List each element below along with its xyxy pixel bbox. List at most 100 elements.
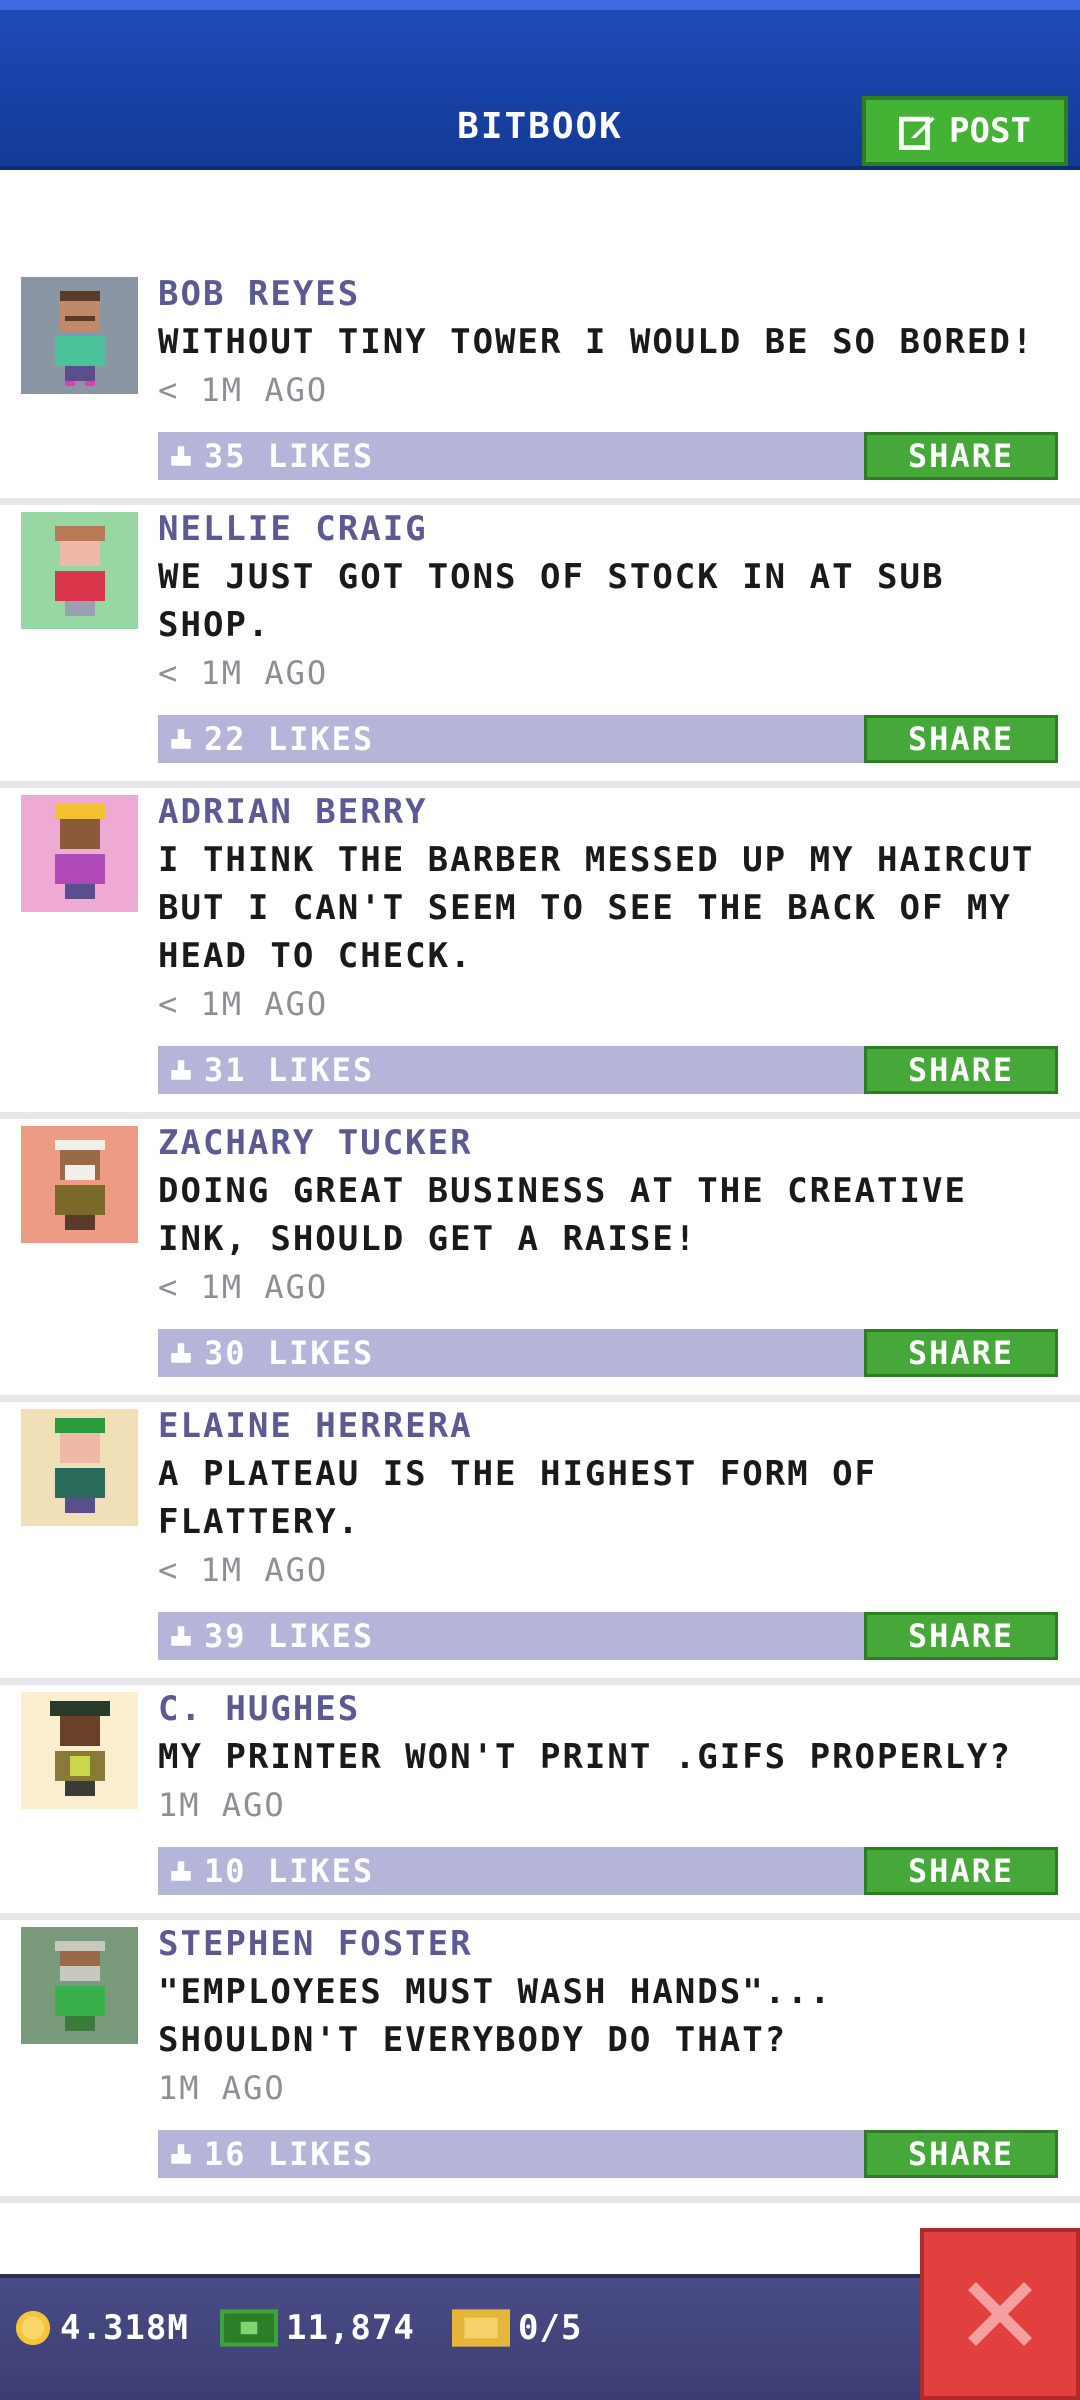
post-author[interactable]: BOB REYES — [158, 270, 1058, 318]
post-text-line: "EMPLOYEES MUST WASH HANDS"... — [158, 1972, 833, 2012]
post-author[interactable]: ZACHARY TUCKER — [158, 1119, 1058, 1167]
feed-post: ZACHARY TUCKER DOING GREAT BUSINESS AT T… — [0, 1119, 1080, 1402]
post-action-bar: 31 LIKES SHARE — [158, 1046, 1058, 1094]
avatar-person-icon — [54, 525, 105, 616]
thumbs-up-icon — [171, 729, 191, 749]
share-button[interactable]: SHARE — [864, 1612, 1058, 1660]
post-action-bar: 35 LIKES SHARE — [158, 432, 1058, 480]
coins-value: 4.318M — [60, 2308, 189, 2348]
feed-post: C. HUGHES MY PRINTER WON'T PRINT .GIFS P… — [0, 1685, 1080, 1920]
top-bar: BITBOOK POST — [0, 0, 1080, 170]
share-button[interactable]: SHARE — [864, 1329, 1058, 1377]
post-text-line: SHOP. — [158, 605, 271, 645]
post-text-line: HEAD TO CHECK. — [158, 936, 473, 976]
like-count-label: 10 LIKES — [204, 1852, 375, 1890]
compose-icon — [899, 116, 935, 150]
thumbs-up-icon — [171, 1060, 191, 1080]
thumbs-up-icon — [171, 446, 191, 466]
avatar[interactable] — [21, 277, 138, 394]
feed-post: ELAINE HERRERA A PLATEAU IS THE HIGHEST … — [0, 1402, 1080, 1685]
like-count[interactable]: 31 LIKES — [168, 1046, 374, 1094]
post-time: < 1M AGO — [158, 1268, 329, 1306]
thumbs-up-icon — [171, 2144, 191, 2164]
post-text-line: FLATTERY. — [158, 1502, 361, 1542]
coin-icon — [15, 2310, 51, 2346]
post-text-line: SHOULDN'T EVERYBODY DO THAT? — [158, 2020, 788, 2060]
post-button-label: POST — [949, 111, 1031, 151]
close-icon — [968, 2282, 1032, 2346]
thumbs-up-icon — [171, 1343, 191, 1363]
feed-post: NELLIE CRAIG WE JUST GOT TONS OF STOCK I… — [0, 505, 1080, 788]
currency-bar: 4.318M 11,874 0/5 — [0, 2274, 1080, 2400]
post-text-line: WE JUST GOT TONS OF STOCK IN AT SUB — [158, 557, 945, 597]
post-author[interactable]: ELAINE HERRERA — [158, 1402, 1058, 1450]
avatar-person-icon — [54, 1139, 105, 1230]
bux-stat: 11,874 — [220, 2308, 415, 2348]
post-text-line: WITHOUT TINY TOWER I WOULD BE SO BORED! — [158, 322, 1035, 362]
post-time: < 1M AGO — [158, 371, 329, 409]
coins-stat: 4.318M — [14, 2308, 189, 2348]
post-feed[interactable]: BOB REYES WITHOUT TINY TOWER I WOULD BE … — [0, 270, 1080, 2203]
post-text-line: MY PRINTER WON'T PRINT .GIFS PROPERLY? — [158, 1737, 1012, 1777]
avatar-person-icon — [54, 1940, 105, 2031]
feed-post: BOB REYES WITHOUT TINY TOWER I WOULD BE … — [0, 270, 1080, 505]
post-author[interactable]: C. HUGHES — [158, 1685, 1058, 1733]
post-author[interactable]: ADRIAN BERRY — [158, 788, 1058, 836]
post-time: 1M AGO — [158, 1786, 286, 1824]
like-count-label: 22 LIKES — [204, 720, 375, 758]
post-action-bar: 39 LIKES SHARE — [158, 1612, 1058, 1660]
post-text-line: BUT I CAN'T SEEM TO SEE THE BACK OF MY — [158, 888, 1012, 928]
feed-post: STEPHEN FOSTER "EMPLOYEES MUST WASH HAND… — [0, 1920, 1080, 2203]
avatar-person-icon — [54, 1417, 105, 1513]
post-action-bar: 22 LIKES SHARE — [158, 715, 1058, 763]
ticket-icon — [452, 2309, 510, 2347]
like-count[interactable]: 39 LIKES — [168, 1612, 374, 1660]
like-count-label: 16 LIKES — [204, 2135, 375, 2173]
post-text-line: DOING GREAT BUSINESS AT THE CREATIVE — [158, 1171, 967, 1211]
post-text-line: I THINK THE BARBER MESSED UP MY HAIRCUT — [158, 840, 1035, 880]
share-button[interactable]: SHARE — [864, 2130, 1058, 2178]
close-button[interactable] — [920, 2228, 1080, 2400]
post-author[interactable]: NELLIE CRAIG — [158, 505, 1058, 553]
feed-post: ADRIAN BERRY I THINK THE BARBER MESSED U… — [0, 788, 1080, 1119]
like-count-label: 30 LIKES — [204, 1334, 375, 1372]
post-text-line: A PLATEAU IS THE HIGHEST FORM OF — [158, 1454, 878, 1494]
share-button[interactable]: SHARE — [864, 1847, 1058, 1895]
share-button[interactable]: SHARE — [864, 1046, 1058, 1094]
avatar[interactable] — [21, 1692, 138, 1809]
avatar[interactable] — [21, 1409, 138, 1526]
post-text-line: INK, SHOULD GET A RAISE! — [158, 1219, 698, 1259]
avatar-person-icon — [54, 803, 105, 899]
post-author[interactable]: STEPHEN FOSTER — [158, 1920, 1058, 1968]
bux-icon — [220, 2309, 278, 2347]
post-time: < 1M AGO — [158, 654, 329, 692]
post-time: < 1M AGO — [158, 985, 329, 1023]
like-count[interactable]: 35 LIKES — [168, 432, 374, 480]
like-count-label: 39 LIKES — [204, 1617, 375, 1655]
post-button[interactable]: POST — [862, 96, 1068, 166]
avatar[interactable] — [21, 1927, 138, 2044]
avatar-person-icon — [54, 290, 105, 386]
post-action-bar: 30 LIKES SHARE — [158, 1329, 1058, 1377]
avatar[interactable] — [21, 1126, 138, 1243]
like-count-label: 31 LIKES — [204, 1051, 375, 1089]
post-action-bar: 16 LIKES SHARE — [158, 2130, 1058, 2178]
post-action-bar: 10 LIKES SHARE — [158, 1847, 1058, 1895]
thumbs-up-icon — [171, 1861, 191, 1881]
like-count[interactable]: 16 LIKES — [168, 2130, 374, 2178]
like-count[interactable]: 10 LIKES — [168, 1847, 374, 1895]
thumbs-up-icon — [171, 1626, 191, 1646]
avatar[interactable] — [21, 512, 138, 629]
like-count[interactable]: 22 LIKES — [168, 715, 374, 763]
share-button[interactable]: SHARE — [864, 715, 1058, 763]
post-time: 1M AGO — [158, 2069, 286, 2107]
tickets-value: 0/5 — [518, 2308, 583, 2348]
avatar-person-icon — [49, 1700, 110, 1796]
share-button[interactable]: SHARE — [864, 432, 1058, 480]
post-time: < 1M AGO — [158, 1551, 329, 1589]
tickets-stat: 0/5 — [452, 2308, 582, 2348]
like-count-label: 35 LIKES — [204, 437, 375, 475]
like-count[interactable]: 30 LIKES — [168, 1329, 374, 1377]
avatar[interactable] — [21, 795, 138, 912]
bux-value: 11,874 — [286, 2308, 415, 2348]
